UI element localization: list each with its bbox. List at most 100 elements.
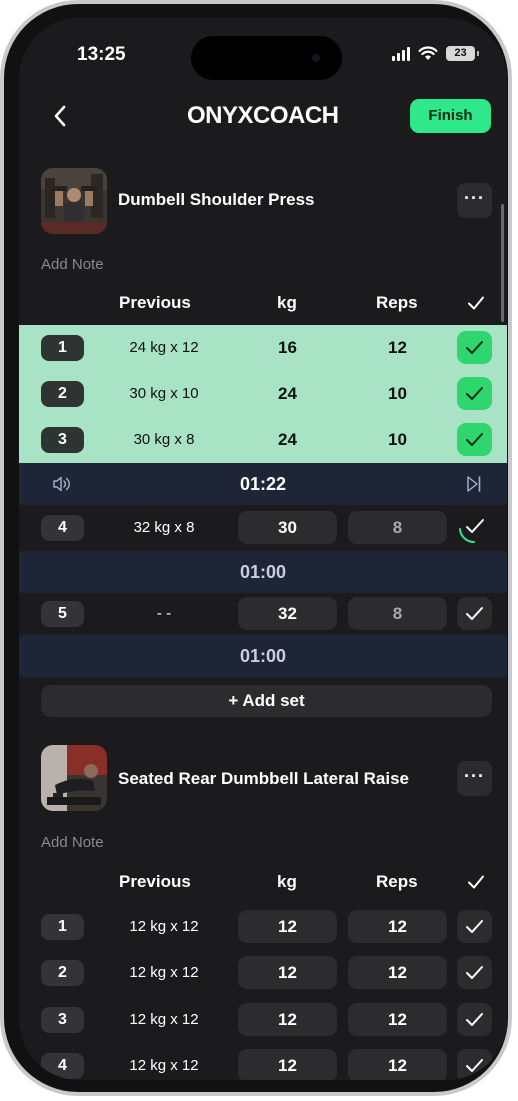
skip-icon[interactable] xyxy=(466,475,482,493)
complete-set-button[interactable] xyxy=(457,377,492,410)
exercise-menu-button[interactable]: ··· xyxy=(457,761,492,796)
rest-time: 01:00 xyxy=(239,646,287,666)
kg-input[interactable]: 12 xyxy=(238,1049,337,1080)
previous-value[interactable]: 30 kg x 10 xyxy=(114,385,214,402)
previous-value[interactable]: 32 kg x 8 xyxy=(114,519,214,536)
check-icon xyxy=(466,1013,483,1026)
complete-set-button[interactable] xyxy=(457,1049,492,1080)
set-row: 5 - - 32 8 xyxy=(19,591,507,637)
sets-header: Previous kg Reps xyxy=(19,872,507,898)
set-number[interactable]: 4 xyxy=(41,1053,84,1079)
check-icon xyxy=(466,387,483,400)
previous-value[interactable]: 12 kg x 12 xyxy=(114,1011,214,1028)
exercise-thumbnail[interactable] xyxy=(41,745,107,811)
wifi-icon xyxy=(418,46,438,60)
reps-input[interactable]: 8 xyxy=(348,511,447,544)
set-row: 1 24 kg x 12 16 12 xyxy=(19,325,507,371)
check-all-icon[interactable] xyxy=(466,293,486,313)
check-icon xyxy=(466,966,483,979)
set-number[interactable]: 2 xyxy=(41,381,84,407)
previous-value[interactable]: 12 kg x 12 xyxy=(114,964,214,981)
set-row: 2 12 kg x 12 12 12 xyxy=(19,950,507,996)
complete-set-button[interactable] xyxy=(457,910,492,943)
app-logo: ONYXCOACH xyxy=(187,102,339,129)
reps-input[interactable]: 12 xyxy=(348,331,447,364)
set-row: 4 32 kg x 8 30 8 xyxy=(19,505,507,551)
check-progress-icon xyxy=(459,519,484,544)
exercise-menu-button[interactable]: ··· xyxy=(457,183,492,218)
set-row: 3 30 kg x 8 24 10 xyxy=(19,417,507,463)
scrollbar[interactable] xyxy=(501,204,504,322)
rest-timer: 01:00 xyxy=(19,635,507,677)
rest-timer: 01:22 xyxy=(19,463,507,505)
reps-input[interactable]: 12 xyxy=(348,1049,447,1080)
reps-input[interactable]: 12 xyxy=(348,910,447,943)
battery-icon: 23 xyxy=(446,46,479,61)
kg-input[interactable]: 16 xyxy=(238,331,337,364)
exercise-thumbnail[interactable] xyxy=(41,168,107,234)
reps-input[interactable]: 12 xyxy=(348,956,447,989)
battery-level: 23 xyxy=(454,47,467,59)
complete-set-button[interactable] xyxy=(457,331,492,364)
status-icons: 23 xyxy=(392,46,479,61)
previous-value[interactable]: - - xyxy=(114,605,214,622)
complete-set-button[interactable] xyxy=(457,511,492,544)
complete-set-button[interactable] xyxy=(457,1003,492,1036)
add-note[interactable]: Add Note xyxy=(41,834,104,851)
set-number[interactable]: 1 xyxy=(41,335,84,361)
reps-input[interactable]: 10 xyxy=(348,377,447,410)
set-number[interactable]: 2 xyxy=(41,960,84,986)
check-icon xyxy=(466,607,483,620)
set-number[interactable]: 3 xyxy=(41,427,84,453)
rest-time: 01:22 xyxy=(239,474,287,494)
complete-set-button[interactable] xyxy=(457,956,492,989)
kg-input[interactable]: 30 xyxy=(238,511,337,544)
check-icon xyxy=(466,341,483,354)
set-row: 2 30 kg x 10 24 10 xyxy=(19,371,507,417)
complete-set-button[interactable] xyxy=(457,597,492,630)
previous-value[interactable]: 24 kg x 12 xyxy=(114,339,214,356)
exercise-title[interactable]: Dumbell Shoulder Press xyxy=(118,190,315,210)
previous-value[interactable]: 12 kg x 12 xyxy=(114,1057,214,1074)
check-icon xyxy=(466,1059,483,1072)
check-icon xyxy=(466,920,483,933)
check-all-icon[interactable] xyxy=(466,872,486,892)
set-row: 3 12 kg x 12 12 12 xyxy=(19,997,507,1043)
kg-input[interactable]: 12 xyxy=(238,1003,337,1036)
rest-time: 01:00 xyxy=(239,562,287,582)
sound-icon[interactable] xyxy=(52,475,72,493)
column-kg: kg xyxy=(277,872,297,891)
reps-input[interactable]: 10 xyxy=(348,423,447,456)
kg-input[interactable]: 12 xyxy=(238,956,337,989)
chevron-left-icon[interactable] xyxy=(49,104,73,128)
column-previous: Previous xyxy=(119,293,191,312)
column-reps: Reps xyxy=(376,293,418,312)
exercise-title[interactable]: Seated Rear Dumbbell Lateral Raise xyxy=(118,769,409,789)
set-row: 4 12 kg x 12 12 12 xyxy=(19,1043,507,1080)
reps-input[interactable]: 12 xyxy=(348,1003,447,1036)
add-set-button[interactable]: + Add set xyxy=(41,685,492,717)
set-number[interactable]: 3 xyxy=(41,1007,84,1033)
kg-input[interactable]: 24 xyxy=(238,377,337,410)
finish-button[interactable]: Finish xyxy=(410,99,491,133)
rest-timer: 01:00 xyxy=(19,551,507,593)
kg-input[interactable]: 12 xyxy=(238,910,337,943)
column-kg: kg xyxy=(277,293,297,312)
complete-set-button[interactable] xyxy=(457,423,492,456)
kg-input[interactable]: 24 xyxy=(238,423,337,456)
dynamic-island xyxy=(191,36,342,80)
sets-header: Previous kg Reps xyxy=(19,293,507,319)
set-number[interactable]: 5 xyxy=(41,601,84,627)
reps-input[interactable]: 8 xyxy=(348,597,447,630)
set-row: 1 12 kg x 12 12 12 xyxy=(19,904,507,950)
kg-input[interactable]: 32 xyxy=(238,597,337,630)
add-note[interactable]: Add Note xyxy=(41,256,104,273)
app-screen: 13:25 23 ONYXCOACH Finish Dumbell Should… xyxy=(19,18,507,1080)
signal-icon xyxy=(392,46,410,61)
set-number[interactable]: 1 xyxy=(41,914,84,940)
status-time: 13:25 xyxy=(77,44,126,65)
check-icon xyxy=(466,433,483,446)
previous-value[interactable]: 12 kg x 12 xyxy=(114,918,214,935)
set-number[interactable]: 4 xyxy=(41,515,84,541)
previous-value[interactable]: 30 kg x 8 xyxy=(114,431,214,448)
